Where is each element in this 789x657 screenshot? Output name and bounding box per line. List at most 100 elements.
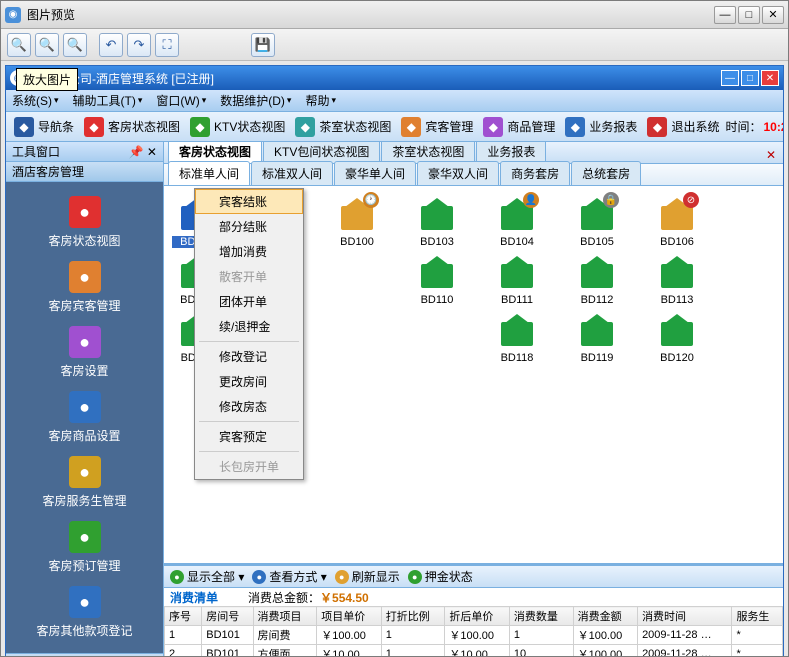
- room-grid: BD101🕐BD100BD103👤BD104🔒BD105⊘BD106BD107B…: [164, 186, 783, 563]
- context-menu-item[interactable]: 团体开单: [195, 289, 303, 314]
- rotate-left-button[interactable]: ↶: [99, 33, 123, 57]
- minimize-button[interactable]: —: [714, 6, 736, 24]
- table-header[interactable]: 消费项目: [253, 607, 317, 626]
- table-header[interactable]: 服务生: [732, 607, 783, 626]
- zoom-out-button[interactable]: 🔍: [35, 33, 59, 57]
- sidebar-item[interactable]: ●客房状态视图: [6, 190, 163, 255]
- tab-primary[interactable]: 业务报表: [476, 142, 546, 163]
- room-item[interactable]: BD112: [572, 252, 622, 306]
- menu-item[interactable]: 数据维护(D): [220, 92, 291, 109]
- button-icon: ●: [252, 570, 266, 584]
- room-label: BD111: [501, 294, 533, 306]
- toolbar-item[interactable]: ◆KTV状态视图: [186, 115, 289, 139]
- consumption-toolbar-button[interactable]: ●刷新显示: [335, 568, 400, 585]
- context-menu-item[interactable]: 更改房间: [195, 369, 303, 394]
- inner-minimize-button[interactable]: —: [721, 70, 739, 86]
- toolbar-item[interactable]: ◆茶室状态视图: [291, 115, 395, 139]
- toolbar-item[interactable]: ◆退出系统: [643, 115, 723, 139]
- toolbar-item[interactable]: ◆客房状态视图: [80, 115, 184, 139]
- menu-item[interactable]: 窗口(W): [156, 92, 206, 109]
- toolbar-icon: ◆: [647, 117, 667, 137]
- room-label: BD105: [580, 236, 614, 248]
- sidebar-item[interactable]: ●客房其他款项登记: [6, 580, 163, 645]
- table-row[interactable]: 1BD101房间费￥100.001￥100.001￥100.002009-11-…: [165, 626, 783, 645]
- sidebar-pin-icon[interactable]: 📌 ✕: [129, 145, 157, 159]
- table-row[interactable]: 2BD101方便面￥10.001￥10.0010￥100.002009-11-2…: [165, 645, 783, 657]
- close-button[interactable]: ✕: [762, 6, 784, 24]
- room-item[interactable]: ⊘BD106: [652, 194, 702, 248]
- context-menu-item[interactable]: 宾客结账: [195, 189, 303, 214]
- sidebar-item-icon: ●: [69, 391, 101, 423]
- sidebar-item[interactable]: ●客房商品设置: [6, 385, 163, 450]
- room-badge-icon: 👤: [523, 192, 539, 208]
- room-item[interactable]: 🕐BD100: [332, 194, 382, 248]
- room-label: BD103: [420, 236, 454, 248]
- table-header[interactable]: 折后单价: [445, 607, 509, 626]
- table-header[interactable]: 消费时间: [638, 607, 732, 626]
- menu-item[interactable]: 辅助工具(T): [73, 92, 143, 109]
- room-item[interactable]: BD119: [572, 310, 622, 364]
- tab-primary[interactable]: 客房状态视图: [168, 142, 262, 163]
- tab-secondary[interactable]: 标准双人间: [251, 161, 333, 185]
- menu-item[interactable]: 帮助: [305, 92, 336, 109]
- room-item[interactable]: BD110: [412, 252, 462, 306]
- context-menu-item[interactable]: 修改房态: [195, 394, 303, 419]
- room-item[interactable]: BD120: [652, 310, 702, 364]
- toolbar-item[interactable]: ◆宾客管理: [397, 115, 477, 139]
- tab-primary[interactable]: KTV包间状态视图: [263, 142, 380, 163]
- sidebar-item-icon: ●: [69, 586, 101, 618]
- tab-secondary[interactable]: 商务套房: [500, 161, 570, 185]
- tab-secondary[interactable]: 豪华单人间: [334, 161, 416, 185]
- consumption-toolbar-button[interactable]: ●押金状态: [408, 568, 473, 585]
- tab-primary[interactable]: 茶室状态视图: [381, 142, 475, 163]
- consumption-toolbar-button[interactable]: ●显示全部 ▾: [170, 568, 244, 585]
- sidebar-item[interactable]: ●客房服务生管理: [6, 450, 163, 515]
- tab-secondary[interactable]: 标准单人间: [168, 161, 250, 185]
- room-item[interactable]: 👤BD104: [492, 194, 542, 248]
- room-item[interactable]: BD103: [412, 194, 462, 248]
- inner-maximize-button[interactable]: □: [741, 70, 759, 86]
- context-menu-item[interactable]: 续/退押金: [195, 314, 303, 339]
- table-header[interactable]: 序号: [165, 607, 202, 626]
- menu-item[interactable]: 系统(S): [12, 92, 59, 109]
- sidebar-item[interactable]: ●客房预订管理: [6, 515, 163, 580]
- table-header[interactable]: 打折比例: [381, 607, 445, 626]
- menubar: 系统(S) 辅助工具(T) 窗口(W) 数据维护(D) 帮助: [6, 90, 783, 112]
- zoom-tooltip: 放大图片: [16, 68, 78, 91]
- room-item[interactable]: BD111: [492, 252, 542, 306]
- sidebar-item[interactable]: ●客房宾客管理: [6, 255, 163, 320]
- room-item[interactable]: BD113: [652, 252, 702, 306]
- maximize-button[interactable]: □: [738, 6, 760, 24]
- context-menu-item[interactable]: 修改登记: [195, 344, 303, 369]
- tab-secondary[interactable]: 豪华双人间: [417, 161, 499, 185]
- toolbar-item[interactable]: ◆商品管理: [479, 115, 559, 139]
- sidebar-accordion-hotel[interactable]: 酒店客房管理: [6, 162, 163, 182]
- consumption-toolbar-button[interactable]: ●查看方式 ▾: [252, 568, 326, 585]
- toolbar-item[interactable]: ◆业务报表: [561, 115, 641, 139]
- rotate-right-button[interactable]: ↷: [127, 33, 151, 57]
- zoom-fit-button[interactable]: 🔍: [63, 33, 87, 57]
- sidebar-accordion-ktv[interactable]: KTV包间管理: [6, 653, 163, 656]
- room-item[interactable]: BD118: [492, 310, 542, 364]
- room-label: BD112: [581, 294, 614, 306]
- toolbar-item[interactable]: ◆导航条: [10, 115, 78, 139]
- tab-close-icon[interactable]: ✕: [763, 147, 779, 163]
- outer-title: 图片预览: [27, 6, 714, 23]
- save-button[interactable]: 💾: [251, 33, 275, 57]
- table-header[interactable]: 项目单价: [317, 607, 381, 626]
- table-header[interactable]: 消费数量: [509, 607, 573, 626]
- sidebar-item-icon: ●: [69, 196, 101, 228]
- zoom-in-button[interactable]: 🔍: [7, 33, 31, 57]
- context-menu-item[interactable]: 部分结账: [195, 214, 303, 239]
- table-header[interactable]: 消费金额: [573, 607, 637, 626]
- context-menu-item[interactable]: 增加消费: [195, 239, 303, 264]
- room-label: BD100: [340, 236, 374, 248]
- context-menu-item[interactable]: 宾客预定: [195, 424, 303, 449]
- room-item[interactable]: 🔒BD105: [572, 194, 622, 248]
- room-icon: [417, 194, 457, 234]
- tab-secondary[interactable]: 总统套房: [571, 161, 641, 185]
- table-header[interactable]: 房间号: [202, 607, 253, 626]
- sidebar-item[interactable]: ●客房设置: [6, 320, 163, 385]
- crop-button[interactable]: ⛶: [155, 33, 179, 57]
- inner-close-button[interactable]: ✕: [761, 70, 779, 86]
